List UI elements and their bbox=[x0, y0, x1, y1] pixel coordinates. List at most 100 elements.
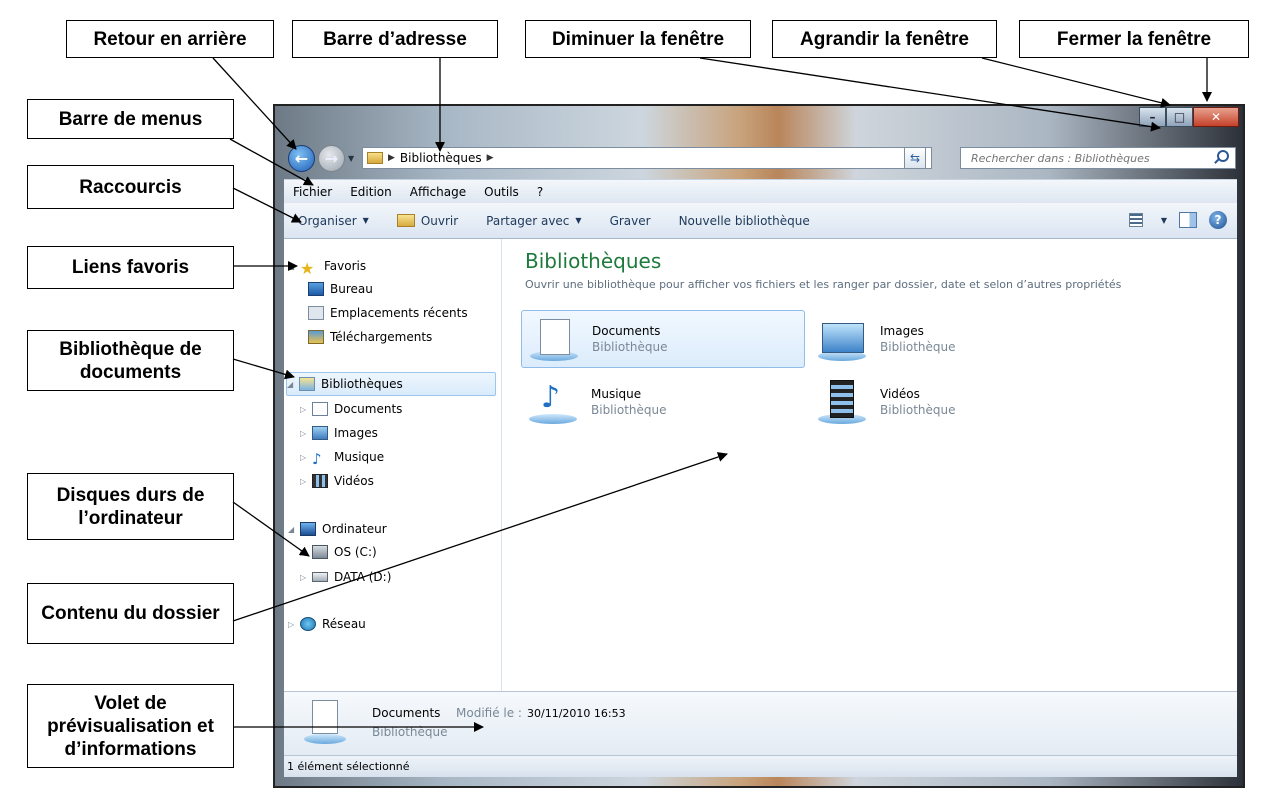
folder-open-icon bbox=[396, 214, 415, 227]
partager-button[interactable]: Partager avec ▼ bbox=[472, 214, 595, 228]
callout-contenu-dossier: Contenu du dossier bbox=[27, 583, 234, 644]
breadcrumb-bibliotheques[interactable]: Bibliothèques bbox=[400, 151, 482, 165]
nav-images[interactable]: ▷ Images bbox=[300, 426, 378, 440]
nav-favoris[interactable]: ◢ ★ Favoris bbox=[288, 259, 366, 278]
library-tile-videos[interactable]: Vidéos Bibliothèque bbox=[810, 373, 1094, 431]
ouvrir-button[interactable]: Ouvrir bbox=[383, 214, 472, 228]
collapsed-triangle-icon[interactable]: ▷ bbox=[288, 620, 300, 629]
search-input[interactable] bbox=[960, 147, 1236, 169]
details-modified-value: 30/11/2010 16:53 bbox=[527, 707, 626, 720]
system-drive-icon bbox=[312, 545, 328, 559]
nav-os-c[interactable]: ▷ OS (C:) bbox=[300, 545, 377, 559]
callout-raccourcis: Raccourcis bbox=[27, 165, 234, 209]
nav-bureau[interactable]: Bureau bbox=[308, 282, 373, 296]
organiser-button[interactable]: Organiser ▼ bbox=[284, 214, 383, 228]
nav-videos[interactable]: ▷ Vidéos bbox=[300, 474, 374, 488]
callout-fermer-fenetre: Fermer la fenêtre bbox=[1019, 20, 1249, 58]
minimize-button[interactable]: – bbox=[1139, 107, 1166, 127]
documents-library-icon bbox=[304, 700, 346, 748]
menu-aide[interactable]: ? bbox=[528, 185, 552, 199]
chevron-down-icon[interactable]: ▼ bbox=[1161, 216, 1167, 225]
callout-agrandir-fenetre: Agrandir la fenêtre bbox=[772, 20, 997, 58]
nav-emplacements-recents[interactable]: Emplacements récents bbox=[308, 306, 468, 320]
nouvelle-bibliotheque-button[interactable]: Nouvelle bibliothèque bbox=[665, 214, 824, 228]
forward-button[interactable]: → bbox=[318, 145, 345, 172]
status-text: 1 élément sélectionné bbox=[287, 760, 410, 773]
maximize-button[interactable]: □ bbox=[1166, 107, 1193, 127]
breadcrumb-arrow-icon[interactable]: ▶ bbox=[487, 153, 494, 163]
documents-library-icon bbox=[528, 317, 580, 361]
explorer-window: – □ ✕ ← → ▼ ▶ Bibliothèques ▶ ▼ ⇆ Fichie… bbox=[273, 104, 1245, 788]
menu-fichier[interactable]: Fichier bbox=[284, 185, 341, 199]
breadcrumb-arrow-icon[interactable]: ▶ bbox=[388, 153, 395, 163]
chevron-down-icon: ▼ bbox=[575, 216, 582, 225]
menu-edition[interactable]: Edition bbox=[341, 185, 401, 199]
recent-places-icon bbox=[308, 306, 324, 320]
refresh-button[interactable]: ⇆ bbox=[904, 147, 926, 169]
recent-pages-dropdown[interactable]: ▼ bbox=[348, 154, 354, 163]
search-icon[interactable] bbox=[1217, 150, 1229, 162]
nav-data-d[interactable]: ▷ DATA (D:) bbox=[300, 570, 391, 584]
details-modified-label: Modifié le : bbox=[456, 706, 522, 720]
content-subtitle: Ouvrir une bibliothèque pour afficher vo… bbox=[525, 278, 1122, 291]
film-strip-icon bbox=[312, 474, 328, 488]
preview-pane-icon[interactable] bbox=[1179, 212, 1197, 228]
menu-outils[interactable]: Outils bbox=[475, 185, 528, 199]
library-tile-musique[interactable]: ♪ Musique Bibliothèque bbox=[521, 373, 805, 431]
arrow-agrandir bbox=[981, 57, 1171, 108]
refresh-icon: ⇆ bbox=[909, 151, 921, 165]
collapsed-triangle-icon[interactable]: ▷ bbox=[300, 477, 312, 486]
expanded-triangle-icon[interactable]: ◢ bbox=[287, 380, 299, 389]
library-tile-documents[interactable]: Documents Bibliothèque bbox=[521, 310, 805, 368]
library-tile-images[interactable]: Images Bibliothèque bbox=[810, 310, 1094, 368]
back-button[interactable]: ← bbox=[288, 145, 315, 172]
details-name: Documents bbox=[372, 706, 441, 720]
downloads-icon bbox=[308, 330, 324, 344]
desktop-icon bbox=[308, 282, 324, 296]
nav-musique[interactable]: ▷ ♪ Musique bbox=[300, 450, 384, 468]
chevron-down-icon: ▼ bbox=[362, 216, 369, 225]
callout-bibliotheque-documents: Bibliothèque de documents bbox=[27, 330, 234, 391]
change-view-icon[interactable] bbox=[1128, 213, 1143, 227]
toolbar-right-group: ▼ ? bbox=[1128, 211, 1227, 229]
callout-barre-adresse: Barre d’adresse bbox=[292, 20, 498, 58]
collapsed-triangle-icon[interactable]: ▷ bbox=[300, 429, 312, 438]
graver-button[interactable]: Graver bbox=[596, 214, 665, 228]
callout-disques-durs: Disques durs de l’ordinateur bbox=[27, 473, 234, 540]
menu-affichage[interactable]: Affichage bbox=[401, 185, 475, 199]
collapsed-triangle-icon[interactable]: ▷ bbox=[300, 548, 312, 557]
music-note-icon: ♪ bbox=[312, 450, 322, 468]
nav-documents[interactable]: ▷ Documents bbox=[300, 402, 402, 416]
address-row: ← → ▼ ▶ Bibliothèques ▶ ▼ ⇆ bbox=[284, 144, 1239, 174]
documents-icon bbox=[312, 402, 328, 416]
star-icon: ★ bbox=[300, 259, 315, 278]
images-icon bbox=[312, 426, 328, 440]
collapsed-triangle-icon[interactable]: ▷ bbox=[300, 453, 312, 462]
address-bar[interactable]: ▶ Bibliothèques ▶ ▼ bbox=[362, 147, 932, 169]
collapsed-triangle-icon[interactable]: ▷ bbox=[300, 405, 312, 414]
close-button[interactable]: ✕ bbox=[1193, 107, 1239, 127]
expanded-triangle-icon[interactable]: ◢ bbox=[288, 525, 300, 534]
callout-volet-previsualisation: Volet de prévisualisation et d’informati… bbox=[27, 684, 234, 768]
menu-bar: Fichier Edition Affichage Outils ? bbox=[284, 179, 1237, 203]
nav-telechargements[interactable]: Téléchargements bbox=[308, 330, 432, 344]
collapsed-triangle-icon[interactable]: ▷ bbox=[300, 573, 312, 582]
libraries-icon bbox=[299, 377, 315, 391]
expanded-triangle-icon[interactable]: ◢ bbox=[288, 262, 300, 271]
network-icon bbox=[300, 617, 316, 631]
computer-icon bbox=[300, 522, 316, 536]
arrow-left-icon: ← bbox=[294, 149, 309, 168]
nav-reseau[interactable]: ▷ Réseau bbox=[288, 617, 366, 631]
help-icon[interactable]: ? bbox=[1209, 211, 1227, 229]
command-toolbar: Organiser ▼ Ouvrir Partager avec ▼ Graver … bbox=[284, 203, 1237, 239]
content-pane: Bibliothèques Ouvrir une bibliothèque po… bbox=[502, 239, 1237, 691]
window-controls: – □ ✕ bbox=[1139, 107, 1239, 127]
nav-bibliotheques[interactable]: ◢ Bibliothèques bbox=[286, 372, 496, 396]
navigation-pane: ◢ ★ Favoris Bureau Emplacements récents Té… bbox=[284, 239, 502, 691]
content-title: Bibliothèques bbox=[525, 249, 662, 273]
music-library-icon: ♪ bbox=[527, 380, 579, 424]
arrow-right-icon: → bbox=[324, 149, 339, 168]
nav-ordinateur[interactable]: ◢ Ordinateur bbox=[288, 522, 387, 536]
callout-retour-en-arriere: Retour en arrière bbox=[66, 20, 274, 58]
callout-barre-de-menus: Barre de menus bbox=[27, 99, 234, 139]
